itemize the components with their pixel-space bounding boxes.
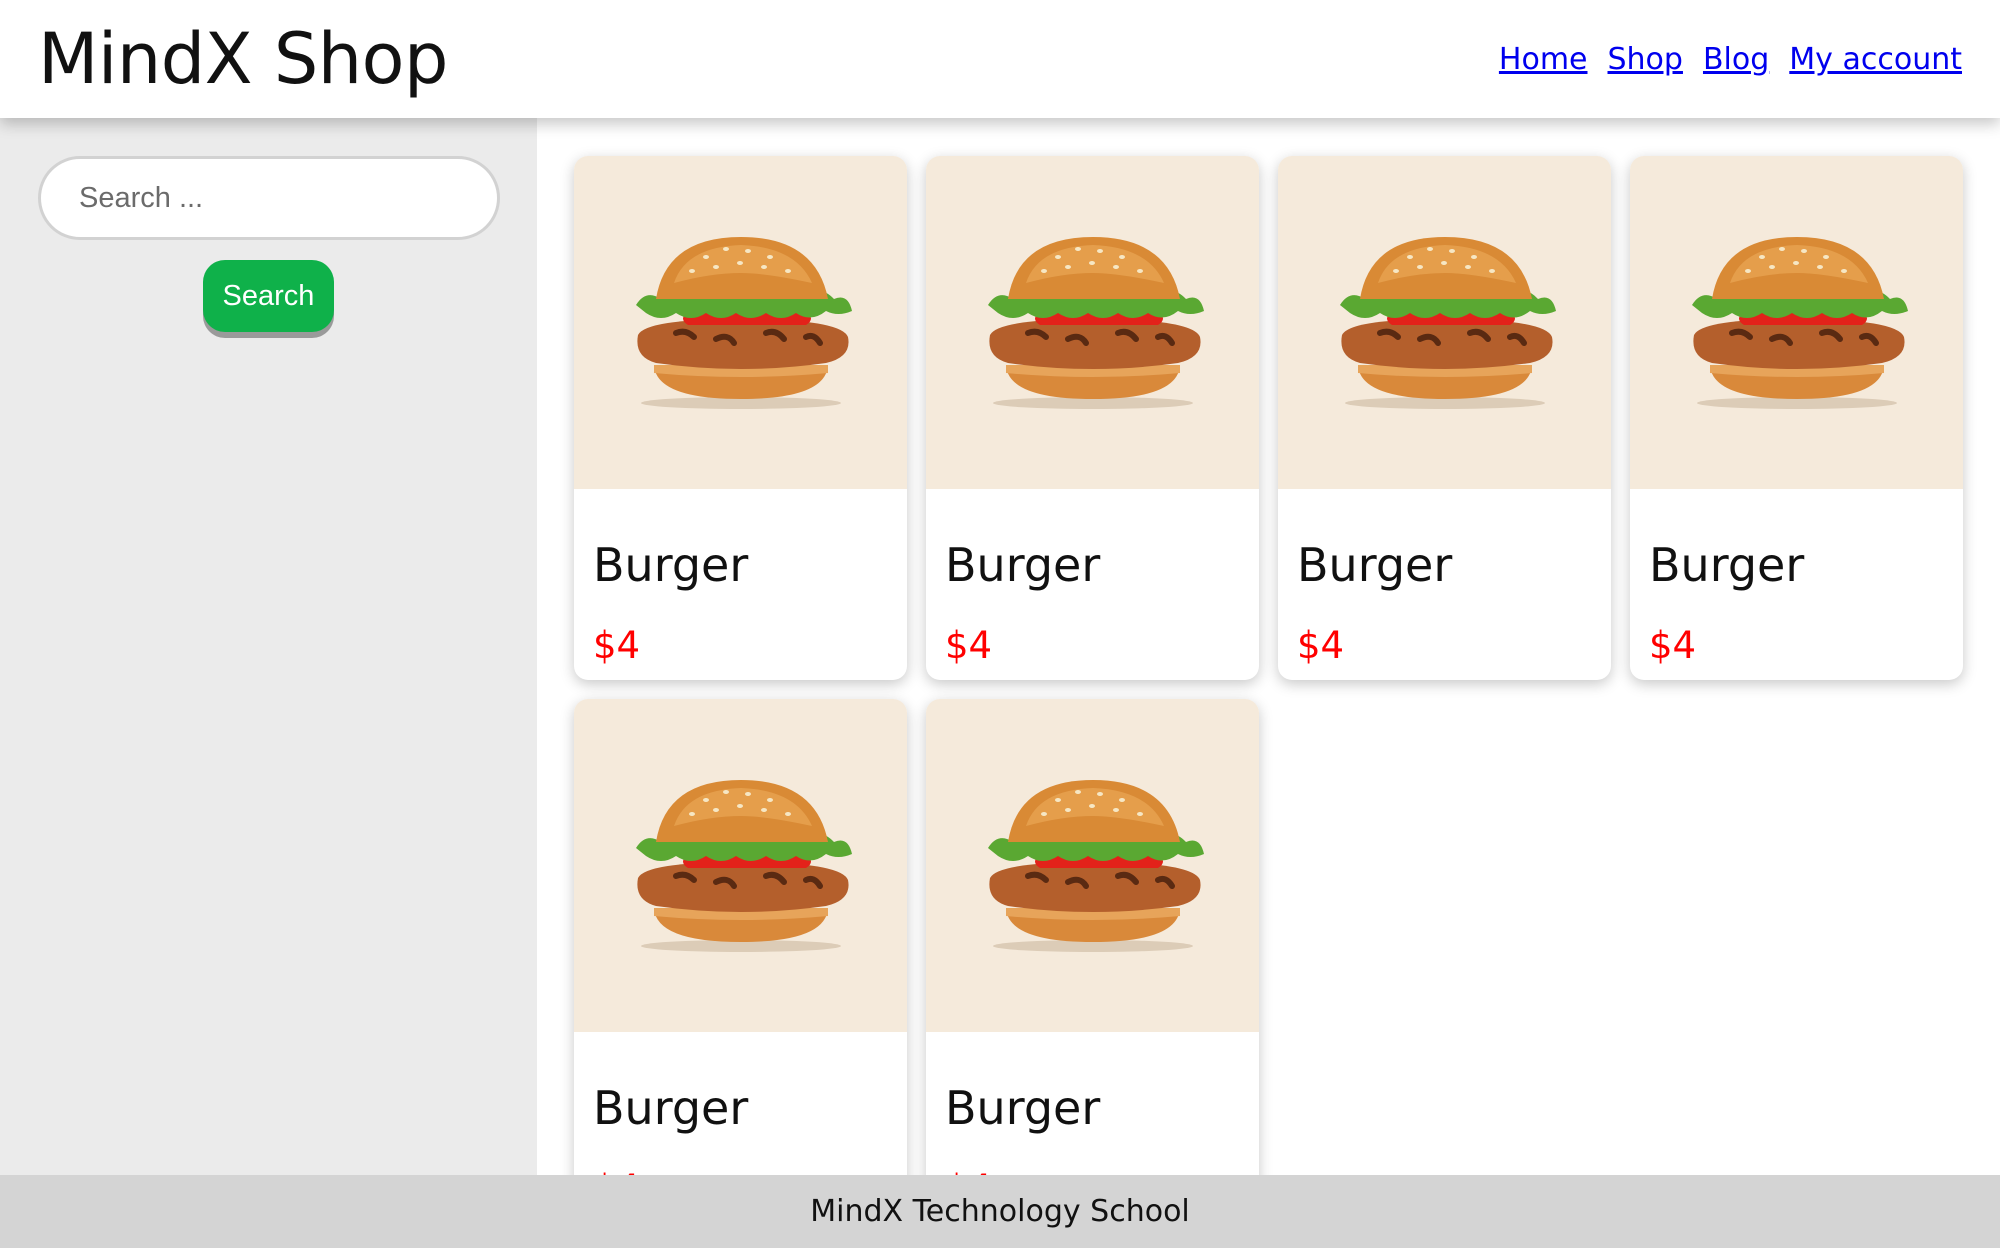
site-footer: MindX Technology School (0, 1175, 2000, 1248)
product-name[interactable]: Burger (945, 538, 1100, 592)
burger-icon (1339, 236, 1556, 409)
product-price: $4 (593, 1167, 640, 1175)
nav-link-blog[interactable]: Blog (1703, 42, 1769, 77)
product-card[interactable]: Burger $4 (926, 699, 1259, 1175)
burger-icon (635, 236, 852, 409)
search-input[interactable]: Search ... (38, 156, 500, 240)
search-placeholder: Search ... (79, 181, 204, 214)
product-card[interactable]: Burger $4 (926, 156, 1259, 680)
product-card[interactable]: Burger $4 (1630, 156, 1963, 680)
burger-image-icon[interactable] (574, 699, 907, 1032)
product-card[interactable]: Burger $4 (1278, 156, 1611, 680)
product-area: Burger $4 Burger $4 Burger $4 Burger $4 … (537, 118, 2000, 1175)
product-name[interactable]: Burger (593, 1081, 748, 1135)
product-price: $4 (945, 624, 993, 667)
product-grid: Burger $4 Burger $4 Burger $4 Burger $4 … (574, 156, 1963, 1175)
main-nav: Home Shop Blog My account (1499, 42, 1962, 77)
sidebar: Search ... Search (0, 118, 537, 1175)
product-price: $4 (945, 1167, 992, 1175)
burger-image-icon[interactable] (926, 156, 1259, 489)
product-price: $4 (1297, 624, 1345, 667)
burger-icon (987, 236, 1204, 409)
product-price: $4 (1649, 624, 1697, 667)
product-card[interactable]: Burger $4 (574, 156, 907, 680)
burger-icon (635, 779, 852, 952)
product-price: $4 (593, 624, 641, 667)
nav-link-shop[interactable]: Shop (1608, 42, 1683, 77)
burger-icon (987, 779, 1204, 952)
burger-image-icon[interactable] (1630, 156, 1963, 489)
product-name[interactable]: Burger (1297, 538, 1452, 592)
nav-link-home[interactable]: Home (1499, 42, 1588, 77)
product-name[interactable]: Burger (945, 1081, 1100, 1135)
burger-image-icon[interactable] (926, 699, 1259, 1032)
product-name[interactable]: Burger (593, 538, 748, 592)
burger-image-icon[interactable] (574, 156, 907, 489)
site-header: MindX Shop Home Shop Blog My account (0, 0, 2000, 118)
burger-image-icon[interactable] (1278, 156, 1611, 489)
burger-icon (1691, 236, 1908, 409)
site-title: MindX Shop (38, 18, 448, 100)
product-name[interactable]: Burger (1649, 538, 1804, 592)
product-card[interactable]: Burger $4 (574, 699, 907, 1175)
search-button[interactable]: Search (203, 260, 334, 332)
nav-link-my-account[interactable]: My account (1789, 42, 1962, 77)
